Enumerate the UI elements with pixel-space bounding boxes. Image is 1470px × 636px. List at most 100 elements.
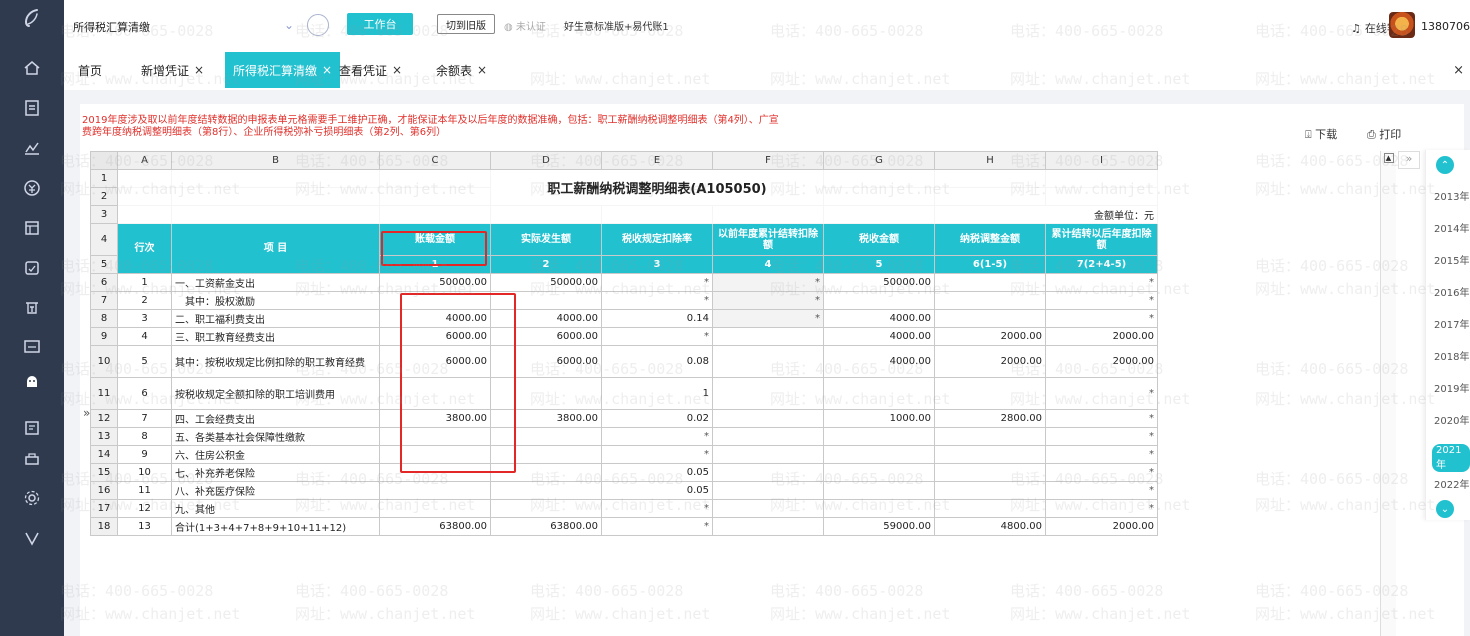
value-cell[interactable]: * [1045, 427, 1158, 446]
doc-icon[interactable] [22, 418, 42, 438]
value-cell[interactable]: 2800.00 [934, 409, 1046, 428]
value-cell[interactable] [712, 463, 824, 482]
col-letter[interactable]: D [490, 151, 602, 170]
value-cell[interactable] [712, 327, 824, 346]
switch-old-version-button[interactable]: 切到旧版 [437, 14, 495, 34]
value-cell[interactable]: * [601, 517, 713, 536]
close-all-tabs-icon[interactable]: × [1453, 63, 1464, 78]
home-icon[interactable] [22, 58, 42, 78]
chart-icon[interactable] [22, 138, 42, 158]
value-cell[interactable] [823, 377, 935, 410]
vip-icon[interactable] [22, 528, 42, 548]
seq-cell[interactable]: 13 [117, 517, 172, 536]
invoice-icon[interactable] [22, 336, 42, 356]
row-number[interactable]: 5 [90, 255, 118, 274]
report-icon[interactable] [22, 258, 42, 278]
value-cell[interactable]: 4000.00 [823, 309, 935, 328]
col-letter[interactable]: B [171, 151, 380, 170]
value-cell[interactable] [934, 499, 1046, 518]
value-cell[interactable] [934, 481, 1046, 500]
close-icon[interactable]: × [477, 63, 487, 77]
value-cell[interactable]: 2000.00 [934, 327, 1046, 346]
collapse-panel-icon[interactable]: » [1398, 151, 1420, 169]
item-cell[interactable]: 六、住房公积金 [171, 445, 380, 464]
value-cell[interactable] [823, 499, 935, 518]
year-item[interactable]: 2014年 [1434, 220, 1469, 235]
year-item[interactable]: 2021年 [1432, 444, 1470, 472]
value-cell[interactable]: 1 [601, 377, 713, 410]
value-cell[interactable]: * [1045, 273, 1158, 292]
col-letter[interactable]: G [823, 151, 935, 170]
row-number[interactable]: 16 [90, 481, 118, 500]
value-cell[interactable] [712, 345, 824, 378]
year-scroll-down-icon[interactable]: ⌄ [1436, 500, 1454, 518]
user-phone[interactable]: 13807060... [1421, 20, 1470, 33]
row-number[interactable]: 7 [90, 291, 118, 310]
value-cell[interactable]: 1000.00 [823, 409, 935, 428]
item-cell[interactable]: 五、各类基本社会保障性缴款 [171, 427, 380, 446]
seq-cell[interactable]: 12 [117, 499, 172, 518]
value-cell[interactable]: * [712, 309, 824, 328]
year-item[interactable]: 2015年 [1434, 252, 1469, 267]
value-cell[interactable]: 2000.00 [934, 345, 1046, 378]
seq-cell[interactable]: 6 [117, 377, 172, 410]
year-item[interactable]: 2022年 [1434, 476, 1469, 491]
item-cell[interactable]: 九、其他 [171, 499, 380, 518]
seq-cell[interactable]: 5 [117, 345, 172, 378]
year-item[interactable]: 2013年 [1434, 188, 1469, 203]
value-cell[interactable]: 59000.00 [823, 517, 935, 536]
print-center-icon[interactable] [22, 450, 42, 470]
value-cell[interactable]: 2000.00 [1045, 517, 1158, 536]
close-icon[interactable]: × [322, 63, 332, 77]
seq-cell[interactable]: 11 [117, 481, 172, 500]
scroll-up-icon[interactable]: ▲ [1383, 153, 1394, 163]
row-number[interactable]: 15 [90, 463, 118, 482]
col-letter[interactable]: I [1045, 151, 1158, 170]
item-cell[interactable]: 其中：按税收规定比例扣除的职工教育经费 [171, 345, 380, 378]
seq-cell[interactable]: 1 [117, 273, 172, 292]
expand-sidebar-icon[interactable]: » [83, 406, 90, 420]
value-cell[interactable]: * [712, 291, 824, 310]
row-number[interactable]: 10 [90, 345, 118, 378]
function-selector[interactable]: 所得税汇算清缴 [73, 19, 150, 35]
row-number[interactable]: 12 [90, 409, 118, 428]
value-cell[interactable]: 0.08 [601, 345, 713, 378]
value-cell[interactable] [823, 463, 935, 482]
value-cell[interactable] [823, 427, 935, 446]
item-cell[interactable]: 合计(1+3+4+7+8+9+10+11+12) [171, 517, 380, 536]
value-cell[interactable]: * [601, 499, 713, 518]
value-cell[interactable] [712, 499, 824, 518]
value-cell[interactable]: * [601, 427, 713, 446]
year-scroll-up-icon[interactable]: ⌃ [1436, 156, 1454, 174]
row-number[interactable]: 1 [90, 169, 118, 188]
value-cell[interactable]: 0.02 [601, 409, 713, 428]
value-cell[interactable]: * [1045, 499, 1158, 518]
value-cell[interactable]: 2000.00 [1045, 345, 1158, 378]
value-cell[interactable] [934, 273, 1046, 292]
item-cell[interactable]: 二、职工福利费支出 [171, 309, 380, 328]
value-cell[interactable] [712, 481, 824, 500]
col-letter[interactable]: C [379, 151, 491, 170]
value-cell[interactable] [823, 291, 935, 310]
row-number[interactable]: 11 [90, 377, 118, 410]
workbench-button[interactable]: 工作台 [347, 13, 413, 35]
tab-income-tax-settlement[interactable]: 所得税汇算清缴 × [225, 52, 341, 88]
value-cell[interactable]: 63800.00 [490, 517, 602, 536]
value-cell[interactable] [823, 445, 935, 464]
tab-balance-sheet[interactable]: 余额表 × [436, 52, 487, 88]
vertical-scrollbar[interactable]: ▲ [1380, 151, 1396, 636]
value-cell[interactable] [934, 377, 1046, 410]
year-item[interactable]: 2018年 [1434, 348, 1469, 363]
value-cell[interactable] [379, 481, 491, 500]
item-cell[interactable]: 按税收规定全额扣除的职工培训费用 [171, 377, 380, 410]
value-cell[interactable]: * [1045, 291, 1158, 310]
chevron-down-icon[interactable]: ⌄ [284, 18, 294, 32]
seq-cell[interactable]: 4 [117, 327, 172, 346]
seq-cell[interactable]: 9 [117, 445, 172, 464]
value-cell[interactable] [934, 309, 1046, 328]
row-number[interactable]: 9 [90, 327, 118, 346]
item-cell[interactable]: 一、工资薪金支出 [171, 273, 380, 292]
value-cell[interactable]: 50000.00 [490, 273, 602, 292]
value-cell[interactable]: 50000.00 [823, 273, 935, 292]
value-cell[interactable]: * [601, 327, 713, 346]
